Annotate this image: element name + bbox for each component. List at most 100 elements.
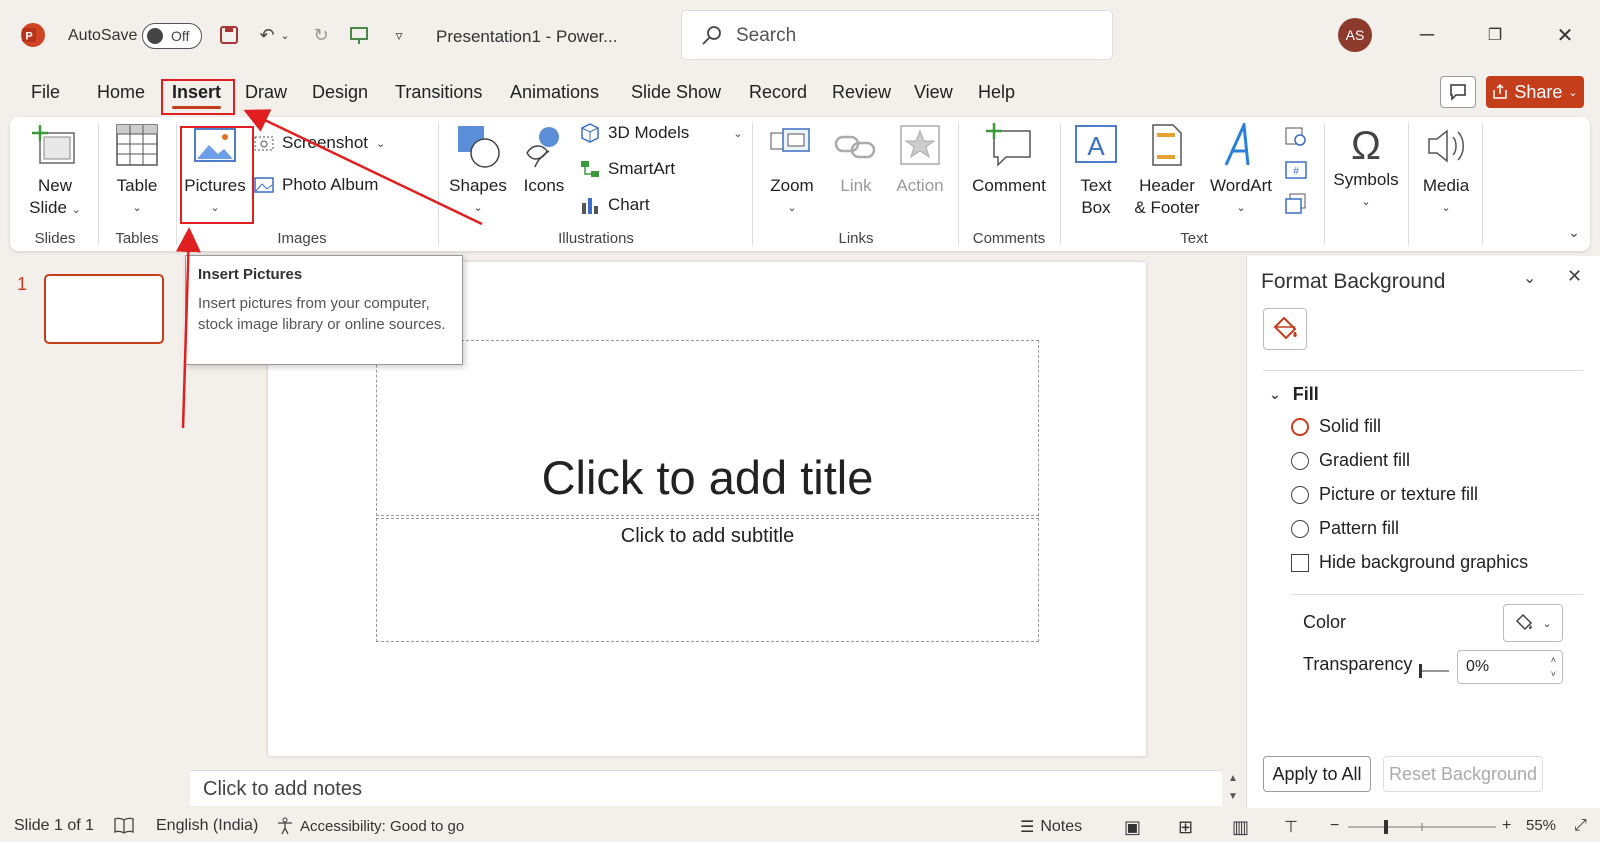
scroll-up-icon[interactable]: ▲ [1224, 770, 1242, 788]
pane-close-icon[interactable]: ✕ [1567, 266, 1582, 287]
subtitle-placeholder[interactable]: Click to add subtitle [376, 518, 1039, 642]
slide-thumbnail[interactable] [44, 274, 164, 344]
screenshot-button[interactable]: Screenshot ⌄ [254, 133, 385, 153]
share-button[interactable]: Share ⌄ [1486, 76, 1584, 108]
fit-slide-icon[interactable]: ⤢ [1574, 817, 1587, 835]
tab-animations[interactable]: Animations [510, 82, 599, 103]
icons-button[interactable]: Icons [516, 123, 572, 197]
picture-fill-radio[interactable] [1291, 485, 1309, 504]
hide-graphics-checkbox[interactable] [1291, 553, 1309, 572]
solid-fill-radio[interactable] [1291, 417, 1309, 436]
pattern-fill-option[interactable]: Pattern fill [1291, 518, 1399, 539]
redo-icon[interactable]: ↻ [308, 22, 334, 48]
autosave-state: Off [171, 28, 190, 44]
wordart-button[interactable]: WordArt ⌄ [1206, 119, 1276, 219]
tab-review[interactable]: Review [832, 82, 891, 103]
pane-options-icon[interactable]: ⌄ [1523, 268, 1536, 288]
notes-pane[interactable]: Click to add notes [190, 770, 1222, 806]
fill-tab[interactable] [1263, 308, 1307, 350]
tab-transitions[interactable]: Transitions [395, 82, 482, 103]
table-button[interactable]: Table ⌄ [104, 123, 170, 219]
spelling-icon[interactable] [114, 817, 134, 835]
tab-draw[interactable]: Draw [245, 82, 287, 103]
media-button[interactable]: Media ⌄ [1414, 123, 1478, 219]
vertical-scrollbar[interactable]: ▲ ▼ [1224, 770, 1242, 806]
gradient-fill-option[interactable]: Gradient fill [1291, 450, 1410, 471]
restore-icon[interactable]: ❐ [1480, 20, 1510, 50]
share-dropdown-icon: ⌄ [1568, 86, 1578, 99]
slide-sorter-icon[interactable]: ⊞ [1178, 817, 1193, 838]
slideshow-view-icon[interactable]: ⊤ [1284, 817, 1298, 837]
transparency-spinner[interactable]: ˄ ˅ [1551, 653, 1556, 681]
title-placeholder[interactable]: Click to add title [376, 340, 1039, 516]
picture-fill-option[interactable]: Picture or texture fill [1291, 484, 1478, 505]
tab-home[interactable]: Home [97, 82, 145, 103]
slide-number-button[interactable]: # [1282, 159, 1310, 187]
search-box[interactable]: Search [681, 10, 1113, 60]
zoom-button[interactable]: Zoom ⌄ [760, 123, 824, 219]
shapes-button[interactable]: Shapes ⌄ [446, 123, 510, 219]
ribbon-expand-icon[interactable]: ⌄ [1566, 221, 1582, 243]
ribbon-separator [1324, 123, 1325, 245]
symbols-button[interactable]: Ω Symbols ⌄ [1328, 123, 1404, 213]
minimize-icon[interactable]: ─ [1412, 20, 1442, 50]
tab-slide-show[interactable]: Slide Show [631, 82, 721, 103]
close-window-icon[interactable]: ✕ [1550, 20, 1580, 50]
transparency-input[interactable]: 0% ˄ ˅ [1457, 650, 1563, 684]
normal-view-icon[interactable]: ▣ [1124, 817, 1141, 838]
avatar[interactable]: AS [1338, 18, 1372, 52]
present-icon[interactable] [346, 22, 372, 48]
tab-help[interactable]: Help [978, 82, 1015, 103]
zoom-level[interactable]: 55% [1526, 817, 1556, 834]
hide-graphics-option[interactable]: Hide background graphics [1291, 552, 1528, 573]
reading-view-icon[interactable]: ▥ [1232, 817, 1249, 838]
link-button[interactable]: Link [828, 123, 884, 197]
scroll-down-icon[interactable]: ▼ [1224, 788, 1242, 806]
undo-dropdown-icon[interactable]: ⌄ [278, 22, 292, 48]
comments-button[interactable] [1440, 76, 1476, 108]
reset-background-button[interactable]: Reset Background [1383, 756, 1543, 792]
undo-icon[interactable]: ↶ [254, 22, 280, 48]
new-slide-label-2-text: Slide [29, 198, 67, 217]
object-button[interactable] [1282, 193, 1310, 221]
accessibility-status[interactable]: Accessibility: Good to go [276, 817, 464, 835]
photo-album-button[interactable]: Photo Album [254, 175, 378, 195]
object-icon [1285, 193, 1306, 214]
chart-button[interactable]: Chart [580, 195, 650, 215]
gradient-fill-radio[interactable] [1291, 451, 1309, 470]
color-picker-button[interactable]: ⌄ [1503, 604, 1563, 642]
zoom-out-icon[interactable]: − [1330, 817, 1339, 835]
pattern-fill-radio[interactable] [1291, 519, 1309, 538]
notes-icon: ☰ [1020, 819, 1035, 836]
action-button[interactable]: Action [888, 123, 952, 197]
date-time-button[interactable] [1282, 125, 1310, 153]
pane-separator [1263, 370, 1583, 371]
icons-icon [526, 127, 559, 168]
3d-models-button[interactable]: 3D Models ⌄ [580, 123, 742, 143]
accessibility-label: Accessibility: Good to go [300, 817, 465, 835]
search-placeholder: Search [736, 25, 797, 46]
slide-thumbnail-number: 1 [17, 274, 28, 294]
transparency-slider[interactable] [1419, 663, 1449, 679]
tab-record[interactable]: Record [749, 82, 807, 103]
tab-file[interactable]: File [31, 82, 60, 103]
customize-toolbar-icon[interactable]: ▿ [386, 22, 412, 48]
notes-toggle[interactable]: ☰ Notes [1020, 817, 1082, 837]
autosave-toggle[interactable]: Off [142, 23, 202, 49]
fill-section-header[interactable]: ⌄ Fill [1269, 384, 1319, 405]
smartart-button[interactable]: SmartArt [580, 159, 675, 179]
header-footer-button[interactable]: Header & Footer [1128, 123, 1206, 219]
header-footer-icon [1152, 124, 1182, 166]
zoom-in-icon[interactable]: + [1502, 817, 1511, 835]
language-status[interactable]: English (India) [156, 817, 258, 835]
apply-to-all-button[interactable]: Apply to All [1263, 756, 1371, 792]
solid-fill-option[interactable]: Solid fill [1291, 416, 1381, 437]
comment-button[interactable]: Comment [964, 123, 1054, 197]
zoom-slider[interactable] [1348, 820, 1496, 834]
save-icon[interactable] [216, 22, 242, 48]
title-bar: P AutoSave Off ↶ ⌄ ↻ ▿ Presentation1 - P… [0, 0, 1600, 70]
tab-design[interactable]: Design [312, 82, 368, 103]
new-slide-button[interactable]: New Slide ⌄ [20, 123, 90, 221]
tab-view[interactable]: View [914, 82, 953, 103]
text-box-button[interactable]: A Text Box [1068, 123, 1124, 219]
